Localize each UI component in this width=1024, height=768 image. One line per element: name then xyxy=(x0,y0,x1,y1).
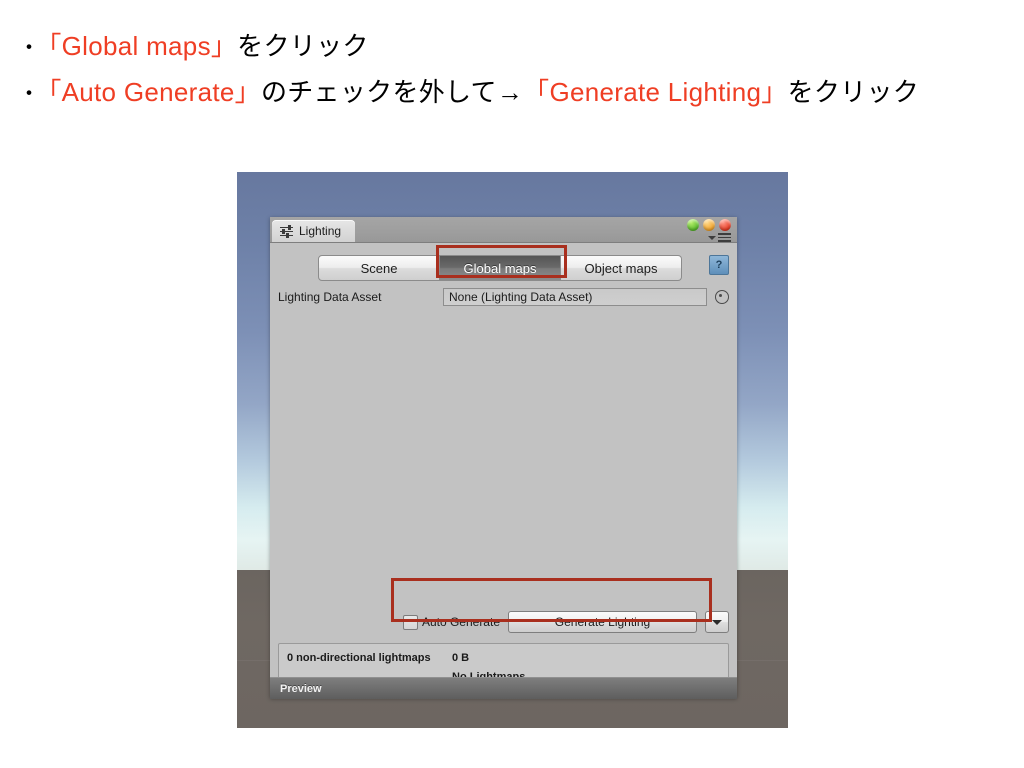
lighting-data-asset-field[interactable]: None (Lighting Data Asset) xyxy=(443,288,707,306)
page-root: ・「Global maps」をクリック ・「Auto Generate」のチェッ… xyxy=(0,0,1024,768)
generate-lighting-row: Auto Generate Generate Lighting xyxy=(278,609,729,635)
minimize-button[interactable] xyxy=(687,219,699,231)
generate-lighting-button[interactable]: Generate Lighting xyxy=(508,611,697,633)
chevron-down-icon xyxy=(712,619,722,625)
stats-row-0-left: 0 non-directional lightmaps xyxy=(287,652,431,664)
generate-lighting-dropdown-button[interactable] xyxy=(705,611,729,633)
bullet-icon-2: ・ xyxy=(18,81,41,106)
instruction-2-highlight-b: 「Generate Lighting」 xyxy=(523,77,788,107)
auto-generate-checkbox[interactable] xyxy=(402,614,418,630)
object-picker-icon[interactable] xyxy=(715,290,729,304)
tab-object-maps[interactable]: Object maps xyxy=(561,255,682,281)
window-menu-button[interactable] xyxy=(708,233,731,242)
tab-lighting[interactable]: Lighting xyxy=(272,220,356,242)
instruction-2-rest: をクリック xyxy=(787,77,920,107)
chevron-down-icon xyxy=(708,235,716,240)
preview-bar[interactable]: Preview xyxy=(270,677,737,699)
lighting-window: Lighting Scene Global maps Object maps ?… xyxy=(270,217,737,699)
instruction-2-highlight-a: 「Auto Generate」 xyxy=(48,77,261,107)
sliders-icon xyxy=(280,225,293,238)
instruction-line-1: ・「Global maps」をクリック xyxy=(18,24,1008,70)
lighting-data-asset-row: Lighting Data Asset None (Lighting Data … xyxy=(278,288,729,306)
window-body: Scene Global maps Object maps ? Lighting… xyxy=(270,243,737,699)
stats-row: 0 non-directional lightmaps 0 B xyxy=(279,649,728,668)
auto-generate-label: Auto Generate xyxy=(421,615,500,629)
stats-row-0-right: 0 B xyxy=(452,652,470,664)
bullet-icon-1: ・ xyxy=(18,35,41,60)
auto-generate-control[interactable]: Auto Generate xyxy=(402,614,500,630)
help-book-icon[interactable]: ? xyxy=(709,255,729,275)
window-controls xyxy=(687,219,731,231)
lighting-data-asset-label: Lighting Data Asset xyxy=(278,290,382,304)
tab-global-maps[interactable]: Global maps xyxy=(440,255,561,281)
tab-scene[interactable]: Scene xyxy=(318,255,440,281)
maps-tab-group: Scene Global maps Object maps xyxy=(318,255,682,281)
hamburger-menu-icon xyxy=(718,233,731,242)
close-button[interactable] xyxy=(719,219,731,231)
instruction-2-mid: のチェックを外して→ xyxy=(260,77,524,107)
instruction-1-highlight: 「Global maps」 xyxy=(48,31,238,61)
preview-label: Preview xyxy=(280,682,322,695)
maximize-button[interactable] xyxy=(703,219,715,231)
help-book-glyph: ? xyxy=(715,258,723,271)
instruction-line-2: ・「Auto Generate」のチェックを外して→「Generate Ligh… xyxy=(18,70,1008,116)
unity-screenshot-image: Lighting Scene Global maps Object maps ?… xyxy=(237,172,788,728)
window-titlebar: Lighting xyxy=(270,217,737,243)
instruction-1-rest: をクリック xyxy=(237,31,369,61)
instructions-block: ・「Global maps」をクリック ・「Auto Generate」のチェッ… xyxy=(18,24,1008,116)
tab-lighting-label: Lighting xyxy=(299,224,342,238)
